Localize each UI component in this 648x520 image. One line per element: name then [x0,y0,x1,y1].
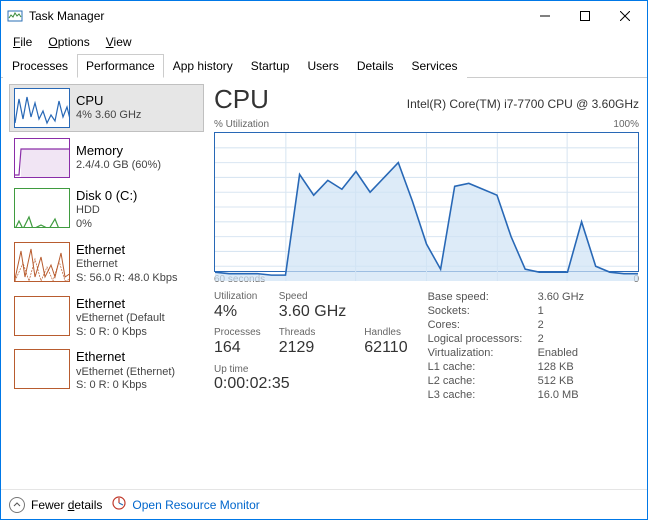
tab-processes[interactable]: Processes [3,54,77,78]
label-sockets: Sockets: [428,305,538,317]
sidebar-item-ethernet-1[interactable]: Ethernet vEthernet (Default S: 0 R: 0 Kb… [9,292,204,344]
tab-strip: Processes Performance App history Startu… [1,53,647,78]
cpu-model: Intel(R) Core(TM) i7-7700 CPU @ 3.60GHz [293,97,639,111]
label-uptime: Up time [214,364,408,375]
close-button[interactable] [605,2,645,30]
label-l3: L3 cache: [428,389,538,401]
tab-services[interactable]: Services [403,54,467,78]
sidebar-item-label: Disk 0 (C:) HDD 0% [76,188,137,232]
value-cores: 2 [538,319,584,331]
open-resource-monitor-link[interactable]: Open Resource Monitor [112,496,259,513]
sidebar-item-ethernet-0[interactable]: Ethernet Ethernet S: 56.0 R: 48.0 Kbps [9,238,204,290]
label-handles: Handles [364,327,407,338]
task-manager-window: Task Manager File Options View Processes… [0,0,648,520]
label-cores: Cores: [428,319,538,331]
fewer-details-button[interactable]: Fewer details [9,497,102,513]
sidebar-item-label: Memory 2.4/4.0 GB (60%) [76,138,161,178]
value-speed: 3.60 GHz [279,303,347,321]
body: CPU 4% 3.60 GHz Memory 2.4/4.0 GB (60%) [1,78,647,489]
sidebar-item-label: Ethernet vEthernet (Ethernet) S: 0 R: 0 … [76,349,175,393]
value-sockets: 1 [538,305,584,317]
stats: Utilization Speed 4% 3.60 GHz Processes … [214,291,639,401]
sidebar-item-memory[interactable]: Memory 2.4/4.0 GB (60%) [9,134,204,182]
value-basespeed: 3.60 GHz [538,291,584,303]
value-uptime: 0:00:02:35 [214,375,408,393]
menu-options[interactable]: Options [40,33,97,51]
eth-thumb [14,349,70,389]
label-speed: Speed [279,291,347,302]
window-title: Task Manager [29,9,525,23]
cpu-chart[interactable] [214,132,639,272]
label-threads: Threads [279,327,347,338]
details-table: Base speed:3.60 GHz Sockets:1 Cores:2 Lo… [428,291,584,401]
label-basespeed: Base speed: [428,291,538,303]
eth-thumb [14,242,70,282]
tab-startup[interactable]: Startup [242,54,299,78]
sidebar: CPU 4% 3.60 GHz Memory 2.4/4.0 GB (60%) [9,84,204,485]
value-l1: 128 KB [538,361,584,373]
sidebar-item-cpu[interactable]: CPU 4% 3.60 GHz [9,84,204,132]
menu-file[interactable]: File [5,33,40,51]
app-icon [7,8,23,24]
sidebar-item-ethernet-2[interactable]: Ethernet vEthernet (Ethernet) S: 0 R: 0 … [9,345,204,397]
value-handles: 62110 [364,339,407,357]
label-virtualization: Virtualization: [428,347,538,359]
main-panel: CPU Intel(R) Core(TM) i7-7700 CPU @ 3.60… [214,84,639,485]
value-utilization: 4% [214,303,261,321]
value-l2: 512 KB [538,375,584,387]
tab-performance[interactable]: Performance [77,54,164,78]
chevron-up-icon [9,497,25,513]
label-logical: Logical processors: [428,333,538,345]
eth-thumb [14,296,70,336]
label-utilization: Utilization [214,291,261,302]
minimize-button[interactable] [525,2,565,30]
sidebar-item-label: CPU 4% 3.60 GHz [76,88,141,128]
sidebar-item-label: Ethernet vEthernet (Default S: 0 R: 0 Kb… [76,296,165,340]
sidebar-item-disk[interactable]: Disk 0 (C:) HDD 0% [9,184,204,236]
value-virtualization: Enabled [538,347,584,359]
tab-details[interactable]: Details [348,54,403,78]
resource-monitor-icon [112,496,126,513]
value-logical: 2 [538,333,584,345]
label-processes: Processes [214,327,261,338]
label-l2: L2 cache: [428,375,538,387]
footer: Fewer details Open Resource Monitor [1,489,647,519]
menu-bar: File Options View [1,31,647,53]
maximize-button[interactable] [565,2,605,30]
tab-app-history[interactable]: App history [164,54,242,78]
value-processes: 164 [214,339,261,357]
menu-view[interactable]: View [98,33,140,51]
chart-label-right: 100% [613,119,639,130]
title-bar[interactable]: Task Manager [1,1,647,31]
disk-thumb [14,188,70,228]
tab-users[interactable]: Users [298,54,347,78]
value-threads: 2129 [279,339,347,357]
chart-label-left: % Utilization [214,119,269,130]
label-l1: L1 cache: [428,361,538,373]
main-title: CPU [214,84,269,115]
memory-thumb [14,138,70,178]
value-l3: 16.0 MB [538,389,584,401]
cpu-thumb [14,88,70,128]
sidebar-item-label: Ethernet Ethernet S: 56.0 R: 48.0 Kbps [76,242,178,286]
